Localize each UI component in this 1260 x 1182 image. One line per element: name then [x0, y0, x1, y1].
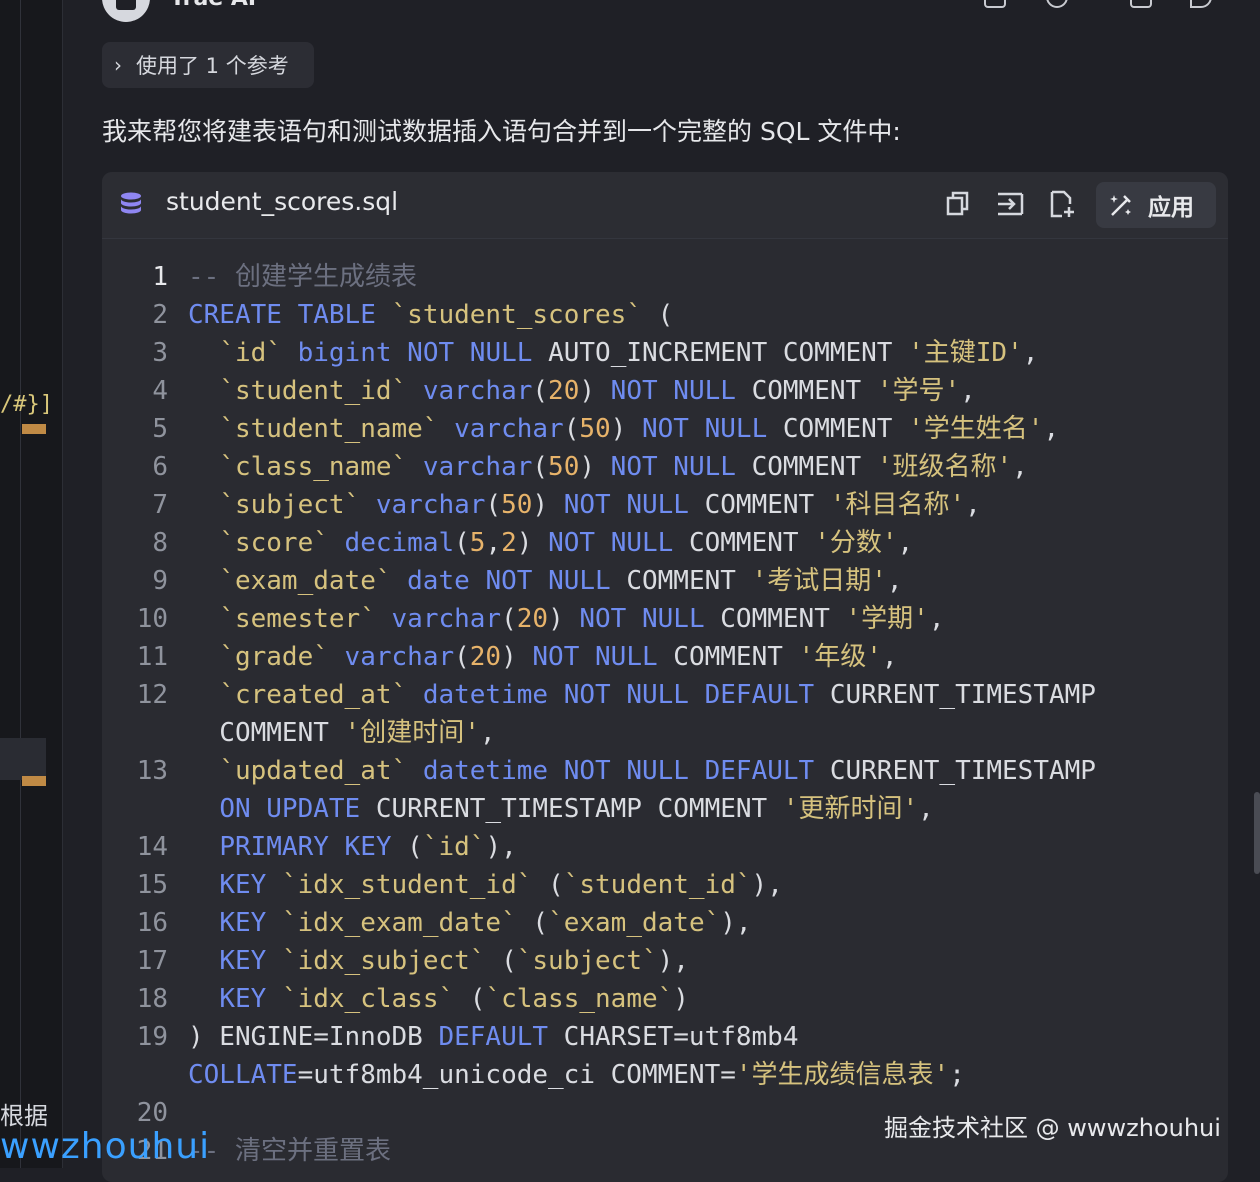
left-editor-strip: /#}] 根据: [0, 0, 63, 1168]
line-number: 11: [136, 642, 168, 672]
code-filename: student_scores.sql: [166, 187, 399, 216]
line-number: 17: [136, 946, 168, 976]
code-line: 7 `subject` varchar(50) NOT NULL COMMENT…: [102, 486, 1228, 524]
line-number: 10: [136, 604, 168, 634]
code-text: `grade` varchar(20) NOT NULL COMMENT '年级…: [219, 642, 898, 672]
code-line: ON UPDATE CURRENT_TIMESTAMP COMMENT '更新时…: [102, 790, 1228, 828]
code-text: `student_name` varchar(50) NOT NULL COMM…: [219, 414, 1060, 444]
line-number: 16: [136, 908, 168, 938]
assistant-message: 我来帮您将建表语句和测试数据插入语句合并到一个完整的 SQL 文件中:: [102, 117, 901, 146]
code-text: `score` decimal(5,2) NOT NULL COMMENT '分…: [219, 528, 914, 558]
code-text: `student_id` varchar(20) NOT NULL COMMEN…: [219, 376, 976, 406]
code-line: 1 -- 创建学生成绩表: [102, 258, 1228, 296]
new-file-icon[interactable]: [1046, 188, 1078, 220]
code-line: 5 `student_name` varchar(50) NOT NULL CO…: [102, 410, 1228, 448]
line-number: 1: [152, 262, 168, 292]
code-text: `exam_date` date NOT NULL COMMENT '考试日期'…: [219, 566, 903, 596]
code-line: 9 `exam_date` date NOT NULL COMMENT '考试日…: [102, 562, 1228, 600]
copy-icon[interactable]: [942, 188, 974, 220]
app-name: Trae AI: [170, 0, 256, 11]
code-line: 3 `id` bigint NOT NULL AUTO_INCREMENT CO…: [102, 334, 1228, 372]
apply-label: 应用: [1148, 195, 1194, 221]
change-marker: [22, 776, 46, 786]
code-line: 6 `class_name` varchar(50) NOT NULL COMM…: [102, 448, 1228, 486]
line-number: 19: [136, 1022, 168, 1052]
scrollbar-thumb[interactable]: [1254, 792, 1260, 874]
code-fragment: /#}]: [0, 392, 53, 417]
highlight-row: [0, 738, 46, 780]
line-number: 4: [152, 376, 168, 406]
code-line: 17 KEY `idx_subject` (`subject`),: [102, 942, 1228, 980]
apply-button[interactable]: 应用: [1096, 182, 1216, 228]
line-number: 13: [136, 756, 168, 786]
code-text: `id` bigint NOT NULL AUTO_INCREMENT COMM…: [219, 338, 1039, 368]
line-number: 5: [152, 414, 168, 444]
overlay-watermark: wwzhouhui: [0, 1126, 211, 1167]
code-text: ) ENGINE=InnoDB DEFAULT CHARSET=utf8mb4: [188, 1022, 799, 1052]
code-text: ON UPDATE CURRENT_TIMESTAMP COMMENT '更新时…: [219, 794, 934, 824]
window-icon[interactable]: [984, 0, 1006, 8]
feedback-icon[interactable]: [1190, 0, 1212, 8]
code-block: student_scores.sql 应用 1 -- 创建学生成绩表 2 CREATE…: [102, 172, 1228, 1182]
code-line: COMMENT '创建时间',: [102, 714, 1228, 752]
code-line: 15 KEY `idx_student_id` (`student_id`),: [102, 866, 1228, 904]
history-icon[interactable]: [1046, 0, 1068, 8]
code-line: 10 `semester` varchar(20) NOT NULL COMME…: [102, 600, 1228, 638]
code-text: KEY `idx_student_id` (`student_id`),: [219, 870, 783, 900]
code-text: `semester` varchar(20) NOT NULL COMMENT …: [219, 604, 945, 634]
apply-wand-icon: [1110, 195, 1131, 216]
change-marker: [22, 424, 46, 434]
code-line: 12 `created_at` datetime NOT NULL DEFAUL…: [102, 676, 1228, 714]
code-block-header: student_scores.sql 应用: [102, 172, 1228, 239]
line-number: 12: [136, 680, 168, 710]
reference-toggle[interactable]: › 使用了 1 个参考: [102, 42, 314, 88]
watermark: 掘金技术社区 @ wwwzhouhui: [884, 1114, 1221, 1142]
line-number: 14: [136, 832, 168, 862]
reference-label: 使用了 1 个参考: [136, 54, 289, 78]
code-text: KEY `idx_exam_date` (`exam_date`),: [219, 908, 752, 938]
gutter-divider: [20, 0, 21, 1168]
code-text: PRIMARY KEY (`id`),: [219, 832, 517, 862]
code-text: -- 创建学生成绩表: [188, 262, 417, 292]
code-lines: 1 -- 创建学生成绩表 2 CREATE TABLE `student_scores…: [102, 258, 1228, 1170]
code-text: `created_at` datetime NOT NULL DEFAULT C…: [219, 680, 1096, 710]
code-line: COLLATE=utf8mb4_unicode_ci COMMENT='学生成绩…: [102, 1056, 1228, 1094]
database-icon: [121, 192, 141, 214]
code-line: 11 `grade` varchar(20) NOT NULL COMMENT …: [102, 638, 1228, 676]
code-text: COMMENT '创建时间',: [188, 718, 496, 748]
code-line: 13 `updated_at` datetime NOT NULL DEFAUL…: [102, 752, 1228, 790]
line-number: 7: [152, 490, 168, 520]
code-line: 14 PRIMARY KEY (`id`),: [102, 828, 1228, 866]
code-text: -- 清空并重置表: [188, 1136, 391, 1166]
trae-avatar-icon: [102, 0, 150, 22]
line-number: 3: [152, 338, 168, 368]
code-text: `subject` varchar(50) NOT NULL COMMENT '…: [219, 490, 981, 520]
code-line: 16 KEY `idx_exam_date` (`exam_date`),: [102, 904, 1228, 942]
code-text: `updated_at` datetime NOT NULL DEFAULT C…: [219, 756, 1096, 786]
line-number: 2: [152, 300, 168, 330]
line-number: 6: [152, 452, 168, 482]
line-number: 8: [152, 528, 168, 558]
code-text: `class_name` varchar(50) NOT NULL COMMEN…: [219, 452, 1028, 482]
code-line: 2 CREATE TABLE `student_scores` (: [102, 296, 1228, 334]
chevron-right-icon: ›: [114, 53, 122, 77]
code-line: 19 ) ENGINE=InnoDB DEFAULT CHARSET=utf8mb…: [102, 1018, 1228, 1056]
line-number: 15: [136, 870, 168, 900]
code-text: KEY `idx_class` (`class_name`): [219, 984, 689, 1014]
code-line: 8 `score` decimal(5,2) NOT NULL COMMENT …: [102, 524, 1228, 562]
insert-icon[interactable]: [994, 188, 1026, 220]
code-line: 4 `student_id` varchar(20) NOT NULL COMM…: [102, 372, 1228, 410]
code-text: KEY `idx_subject` (`subject`),: [219, 946, 689, 976]
line-number: 9: [152, 566, 168, 596]
code-text: CREATE TABLE `student_scores` (: [188, 300, 674, 330]
line-number: 18: [136, 984, 168, 1014]
panel-icon[interactable]: [1130, 0, 1152, 8]
code-text: COLLATE=utf8mb4_unicode_ci COMMENT='学生成绩…: [188, 1060, 965, 1090]
code-line: 18 KEY `idx_class` (`class_name`): [102, 980, 1228, 1018]
